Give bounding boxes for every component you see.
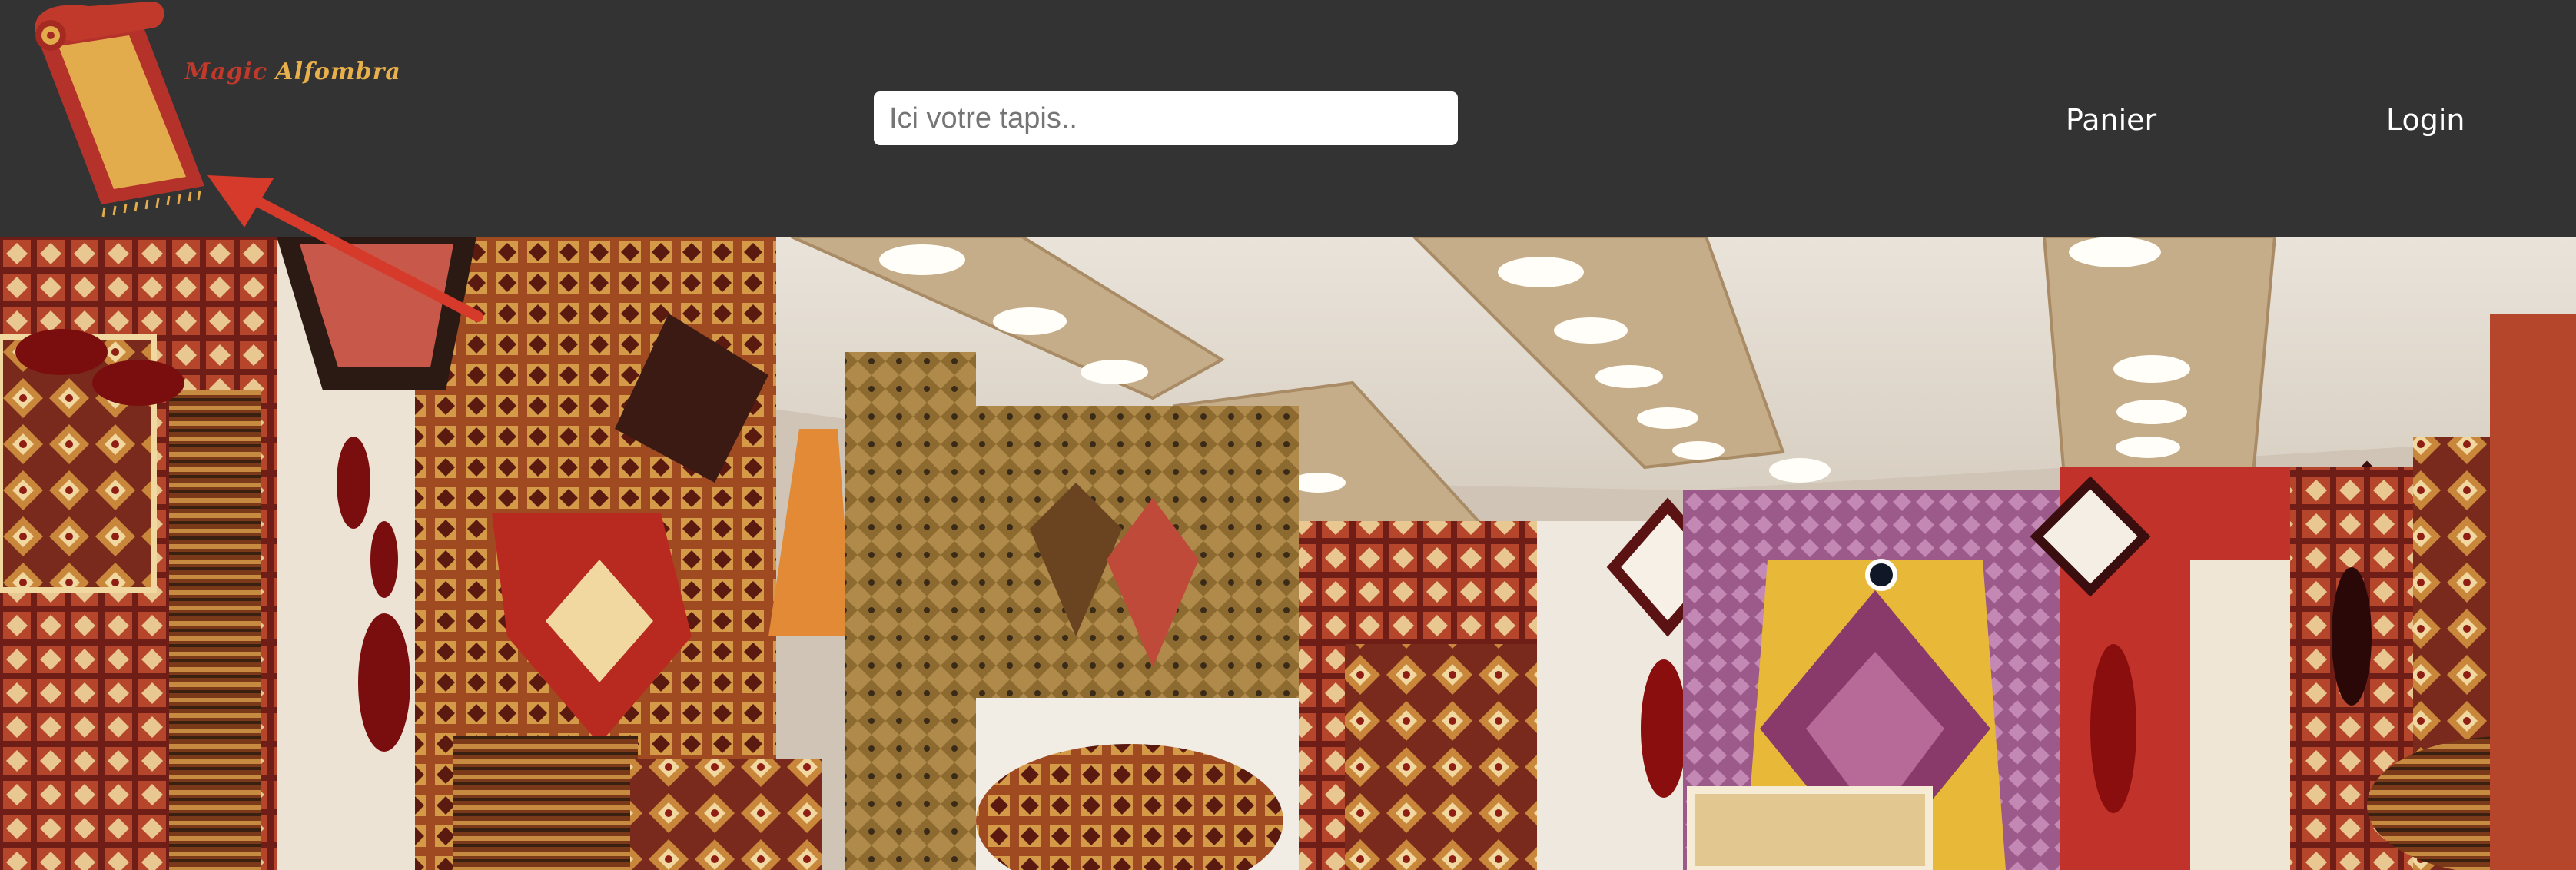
header: Magic Alfombra Panier Login bbox=[0, 0, 2576, 237]
login-link[interactable]: Login bbox=[2386, 97, 2465, 143]
search-input[interactable] bbox=[874, 91, 1458, 145]
logo-word-alfombra: Alfombra bbox=[275, 58, 401, 85]
logo-word-magic: Magic bbox=[184, 58, 268, 85]
rolled-carpet-icon bbox=[35, 2, 204, 218]
page: Magic Alfombra Panier Login bbox=[0, 0, 2576, 870]
cart-link[interactable]: Panier bbox=[2066, 97, 2156, 143]
carpet-shop-photo bbox=[0, 237, 2576, 870]
logo-text: Magic Alfombra bbox=[184, 58, 401, 85]
hero-image bbox=[0, 237, 2576, 870]
logo-link[interactable]: Magic Alfombra bbox=[28, 2, 400, 229]
